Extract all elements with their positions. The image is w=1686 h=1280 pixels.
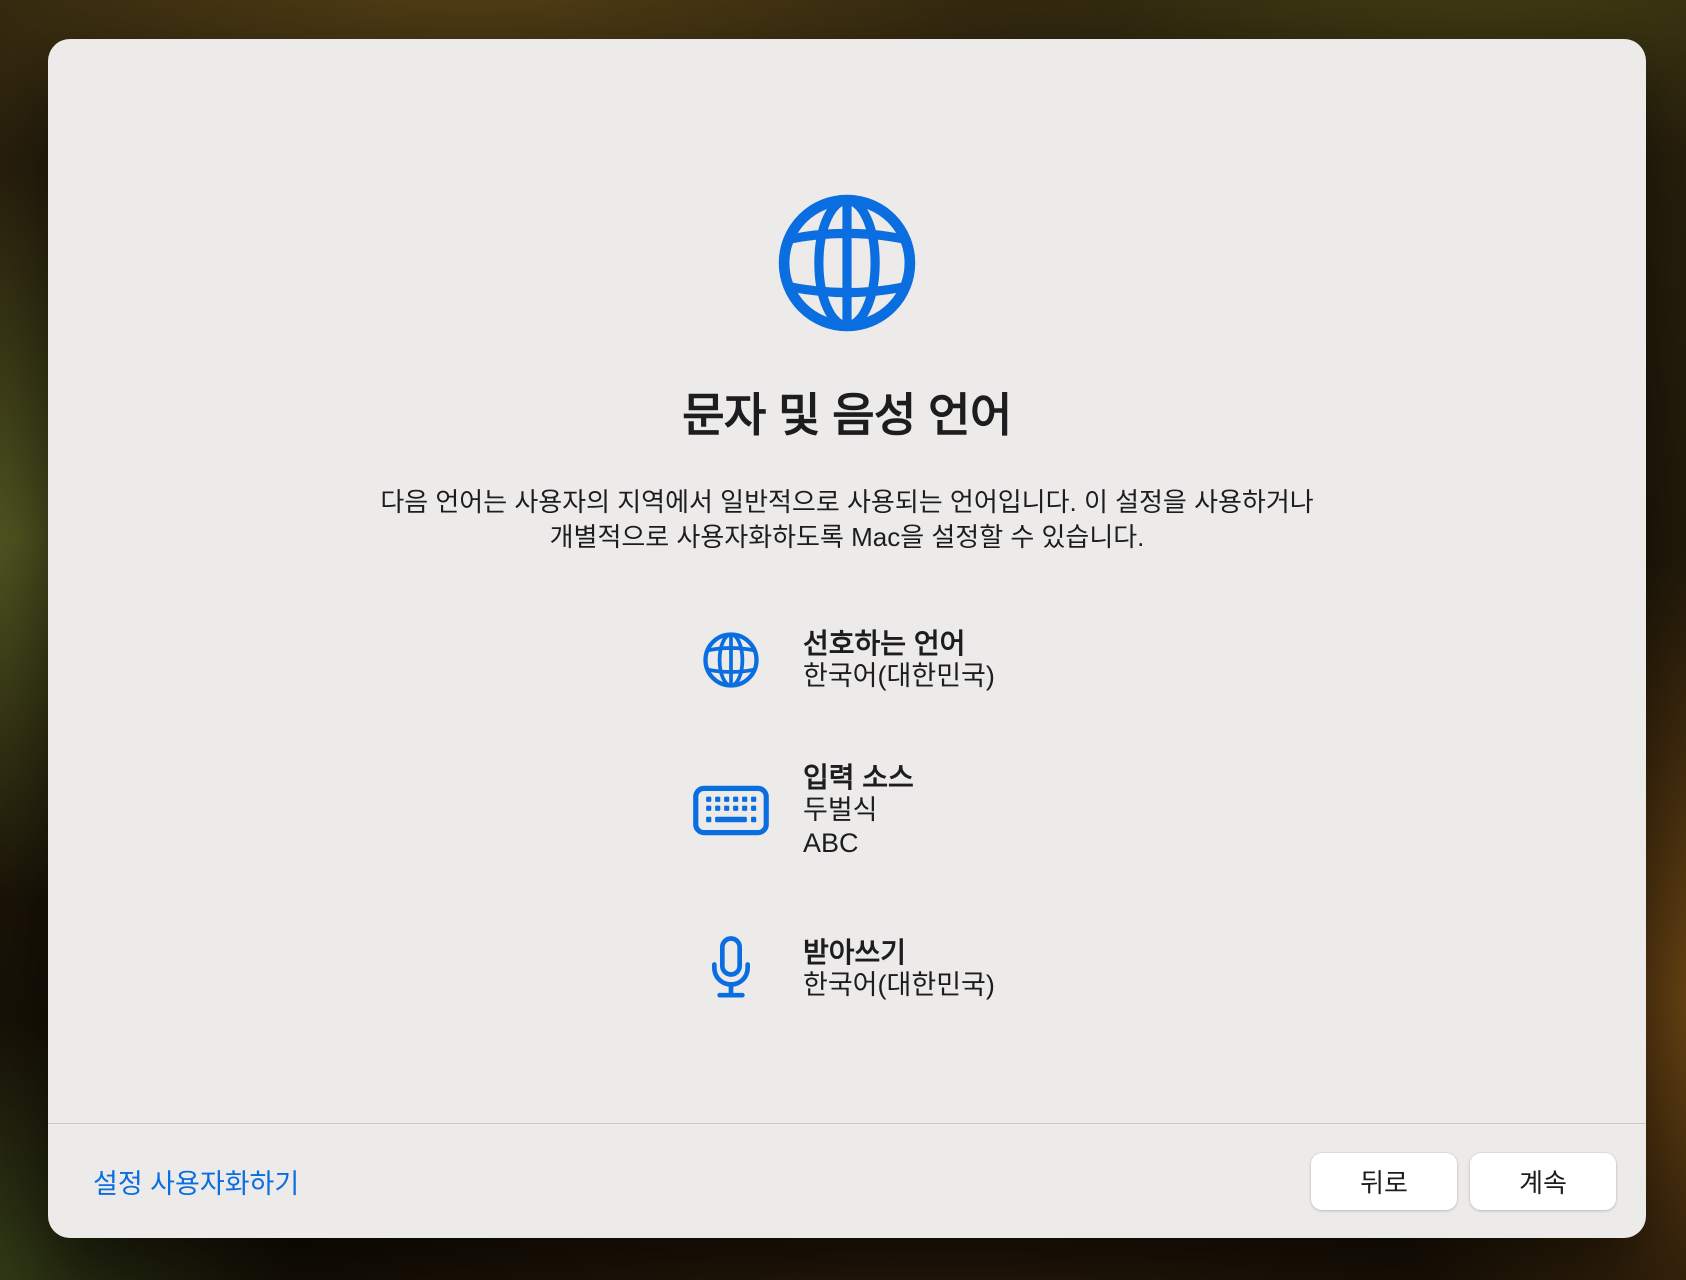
preferred-language-value: 한국어(대한민국): [803, 660, 995, 693]
preferred-language-row: 선호하는 언어 한국어(대한민국): [693, 627, 995, 693]
globe-icon: [693, 630, 769, 690]
microphone-icon: [693, 935, 769, 1002]
page-subtitle-line2: 개별적으로 사용자화하도록 Mac을 설정할 수 있습니다.: [48, 520, 1646, 555]
desktop-background: 문자 및 음성 언어 다음 언어는 사용자의 지역에서 일반적으로 사용되는 언…: [0, 0, 1686, 1280]
footer-bar: 설정 사용자화하기 뒤로 계속: [48, 1124, 1646, 1238]
setup-assistant-dialog: 문자 및 음성 언어 다음 언어는 사용자의 지역에서 일반적으로 사용되는 언…: [48, 39, 1646, 1238]
keyboard-icon: [693, 785, 769, 836]
dictation-row: 받아쓰기 한국어(대한민국): [693, 935, 995, 1002]
input-source-value-1: 두벌식: [803, 794, 914, 827]
input-sources-row: 입력 소스 두벌식 ABC: [693, 761, 914, 860]
back-button[interactable]: 뒤로: [1311, 1153, 1457, 1210]
input-source-value-2: ABC: [803, 827, 914, 860]
dictation-label: 받아쓰기: [803, 936, 995, 969]
globe-icon: [773, 189, 921, 337]
preferred-language-label: 선호하는 언어: [803, 627, 995, 660]
continue-button[interactable]: 계속: [1470, 1153, 1616, 1210]
page-subtitle-line1: 다음 언어는 사용자의 지역에서 일반적으로 사용되는 언어입니다. 이 설정을…: [48, 485, 1646, 520]
page-subtitle: 다음 언어는 사용자의 지역에서 일반적으로 사용되는 언어입니다. 이 설정을…: [48, 485, 1646, 555]
page-title: 문자 및 음성 언어: [48, 379, 1646, 445]
customize-settings-link[interactable]: 설정 사용자화하기: [93, 1162, 299, 1201]
input-sources-label: 입력 소스: [803, 761, 914, 794]
dictation-value: 한국어(대한민국): [803, 969, 995, 1002]
footer-buttons: 뒤로 계속: [1311, 1153, 1616, 1210]
